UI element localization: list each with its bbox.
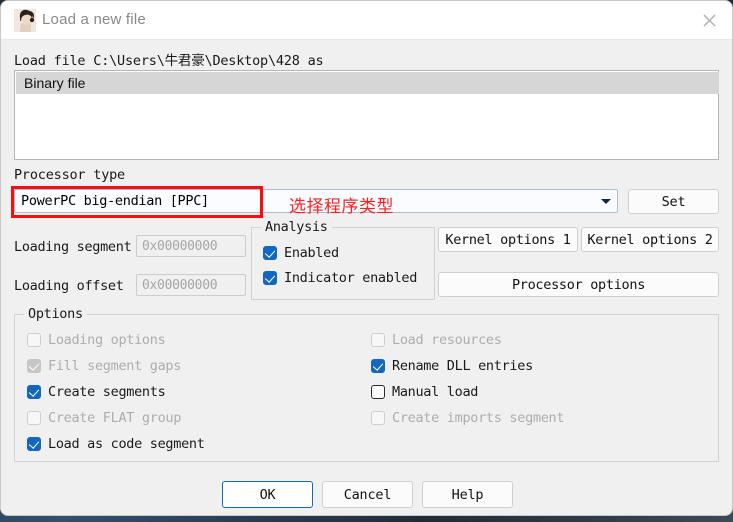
processor-type-value: PowerPC big-endian [PPC] <box>21 193 209 209</box>
set-button[interactable]: Set <box>628 189 719 214</box>
checkbox-indicator <box>371 411 385 425</box>
checkbox-label: Create segments <box>48 384 166 400</box>
checkbox-create-flat-group: Create FLAT group <box>27 410 181 426</box>
dialog-body: Load file C:\Users\牛君豪\Desktop\428 as Bi… <box>1 40 732 515</box>
close-icon[interactable] <box>686 1 732 39</box>
checkbox-label: Load as code segment <box>48 436 205 452</box>
load-new-file-dialog: Load a new file Load file C:\Users\牛君豪\D… <box>0 0 733 516</box>
checkbox-label: Load resources <box>392 332 502 348</box>
checkbox-indicator[interactable] <box>371 359 385 373</box>
checkbox-load-as-code-segment[interactable]: Load as code segment <box>27 436 205 452</box>
checkbox-manual-load[interactable]: Manual load <box>371 384 478 400</box>
options-groupbox-title: Options <box>24 306 87 322</box>
checkbox-label: Rename DLL entries <box>392 358 533 374</box>
checkbox-create-segments[interactable]: Create segments <box>27 384 166 400</box>
processor-type-label: Processor type <box>14 167 125 183</box>
checkbox-indicator <box>27 333 41 347</box>
checkbox-label: Create FLAT group <box>48 410 182 426</box>
checkbox-fill-segment-gaps: Fill segment gaps <box>27 358 181 374</box>
checkbox-create-imports-segment: Create imports segment <box>371 410 565 426</box>
checkbox-loading-options: Loading options <box>27 332 166 348</box>
cancel-button[interactable]: Cancel <box>322 481 413 508</box>
ok-button[interactable]: OK <box>222 481 313 508</box>
checkbox-indicator[interactable] <box>263 271 277 285</box>
options-groupbox: Options Loading options Fill segment gap… <box>14 306 719 462</box>
checkbox-load-resources: Load resources <box>371 332 502 348</box>
loading-segment-input[interactable]: 0x00000000 <box>136 235 246 257</box>
checkbox-analysis-indicator-enabled[interactable]: Indicator enabled <box>263 270 417 286</box>
ida-logo-icon <box>14 9 36 32</box>
analysis-groupbox: Analysis Enabled Indicator enabled <box>251 219 435 300</box>
dialog-title: Load a new file <box>42 11 146 28</box>
checkbox-indicator <box>27 359 41 373</box>
chevron-down-icon[interactable] <box>595 190 617 212</box>
checkbox-label: Loading options <box>48 332 166 348</box>
loading-offset-input[interactable]: 0x00000000 <box>136 274 246 296</box>
checkbox-indicator <box>371 333 385 347</box>
checkbox-indicator[interactable] <box>27 437 41 451</box>
checkbox-label: Indicator enabled <box>284 270 418 286</box>
list-item[interactable]: Binary file <box>16 72 719 94</box>
dialog-titlebar: Load a new file <box>1 1 732 40</box>
loader-list[interactable]: Binary file <box>14 70 719 160</box>
checkbox-indicator[interactable] <box>27 385 41 399</box>
checkbox-label: Manual load <box>392 384 479 400</box>
analysis-groupbox-title: Analysis <box>261 219 332 235</box>
kernel-options-1-button[interactable]: Kernel options 1 <box>438 227 578 252</box>
checkbox-indicator[interactable] <box>371 385 385 399</box>
annotation-text: 选择程序类型 <box>289 197 394 217</box>
checkbox-indicator <box>27 411 41 425</box>
help-button[interactable]: Help <box>422 481 513 508</box>
kernel-options-2-button[interactable]: Kernel options 2 <box>581 227 719 252</box>
checkbox-label: Fill segment gaps <box>48 358 182 374</box>
checkbox-indicator[interactable] <box>263 246 277 260</box>
loading-offset-label: Loading offset <box>14 278 124 294</box>
checkbox-rename-dll-entries[interactable]: Rename DLL entries <box>371 358 533 374</box>
checkbox-label: Enabled <box>284 245 339 261</box>
processor-options-button[interactable]: Processor options <box>438 272 719 297</box>
checkbox-label: Create imports segment <box>392 410 565 426</box>
load-file-path-label: Load file C:\Users\牛君豪\Desktop\428 as <box>14 53 324 69</box>
loading-segment-label: Loading segment <box>14 239 132 255</box>
checkbox-analysis-enabled[interactable]: Enabled <box>263 245 339 261</box>
